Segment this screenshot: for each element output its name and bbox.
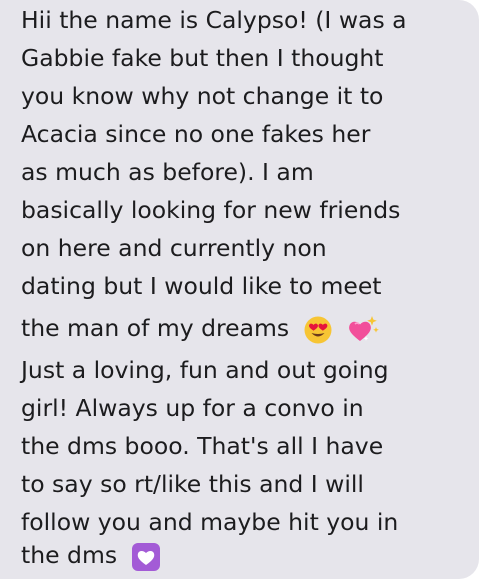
message-line: girl! Always up for a convo in <box>21 394 364 422</box>
message-line: on here and currently non <box>21 234 327 262</box>
sparkling-heart-icon <box>346 314 380 346</box>
message-line-text: the man of my dreams <box>21 314 290 342</box>
message-line: as much as before). I am <box>21 158 314 186</box>
message-line: Gabbie fake but then I thought <box>21 44 384 72</box>
message-line: dating but I would like to meet <box>21 272 382 300</box>
message-line-with-emojis: the man of my dreams <box>21 313 380 346</box>
message-line: Just a loving, fun and out going <box>21 356 389 384</box>
message-line-with-emoji: the dms <box>21 540 161 572</box>
message-line: follow you and maybe hit you in <box>21 508 399 536</box>
message-line: Acacia since no one fakes her <box>21 120 371 148</box>
message-line-text: the dms <box>21 541 118 569</box>
purple-heart-icon <box>131 542 161 572</box>
message-line: to say so rt/like this and I will <box>21 470 364 498</box>
message-line: Hii the name is Calypso! (I was a <box>21 6 407 34</box>
heart-eyes-icon <box>303 315 333 345</box>
message-bubble: Hii the name is Calypso! (I was a Gabbie… <box>0 0 479 579</box>
message-line: the dms booo. That's all I have <box>21 432 384 460</box>
message-line: you know why not change it to <box>21 82 384 110</box>
message-line: basically looking for new friends <box>21 196 401 224</box>
